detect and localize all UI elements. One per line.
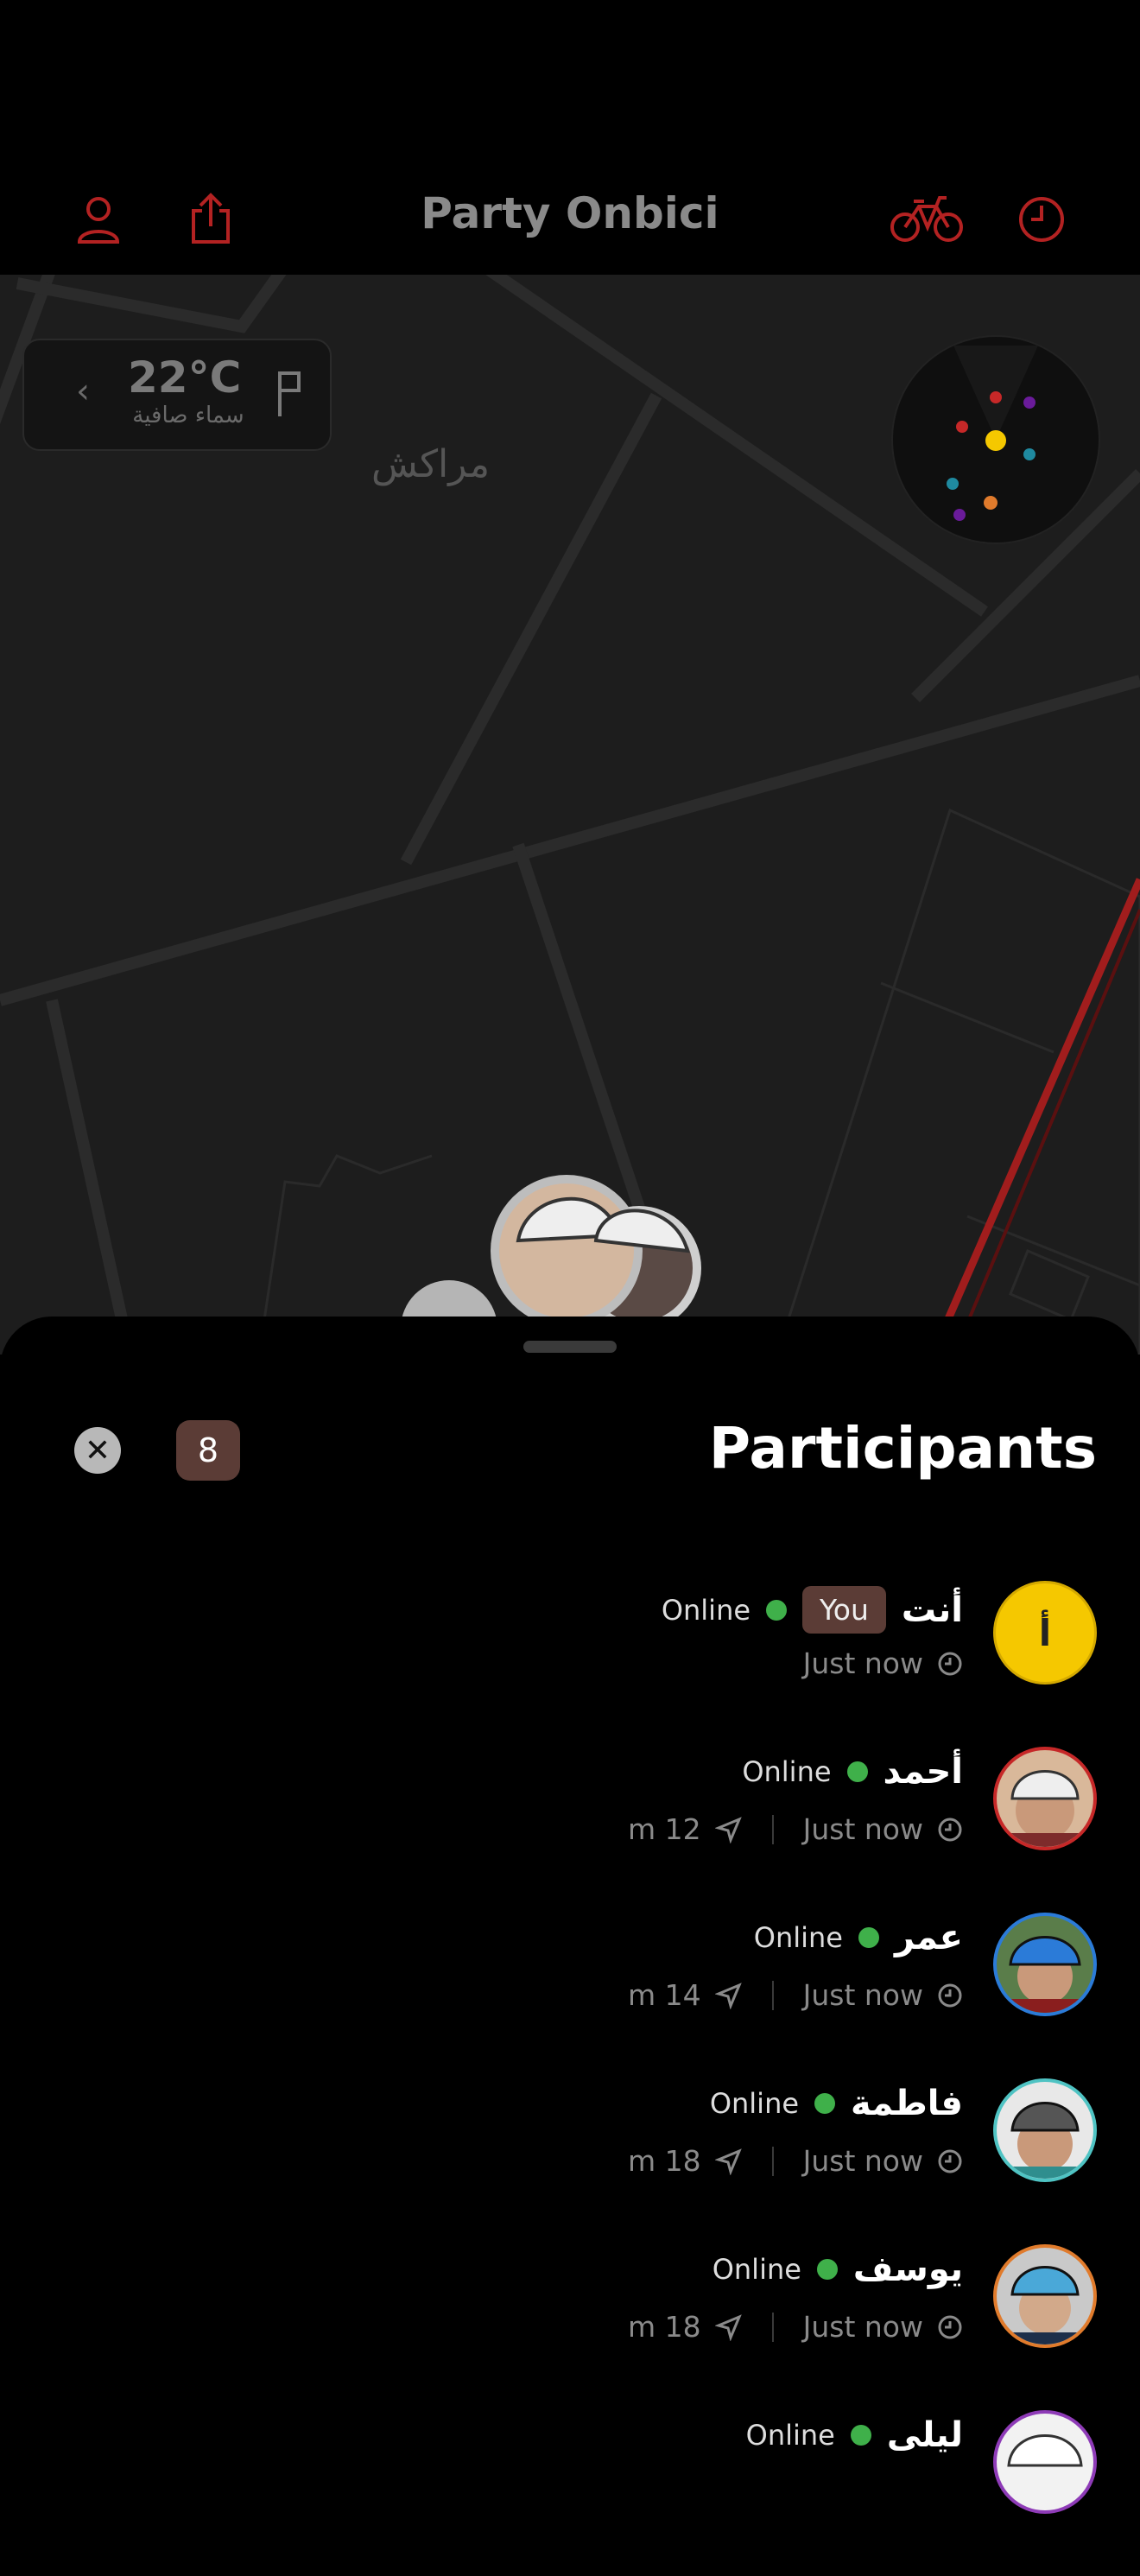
distance: m 18	[627, 2310, 701, 2344]
temperature: 22°C	[128, 352, 242, 403]
online-dot	[858, 1927, 879, 1948]
participant-name: أنت	[901, 1589, 963, 1630]
clock-icon	[938, 2149, 962, 2173]
last-seen: Just now	[802, 2144, 923, 2178]
clock-icon	[938, 1818, 962, 1841]
divider	[771, 2312, 774, 2342]
participant-name: فاطمة	[851, 2084, 963, 2123]
bike-icon	[890, 196, 963, 242]
avatar	[993, 1913, 1097, 2016]
participant-name: عمر	[894, 1918, 963, 1957]
chevron-left-icon: ‹	[76, 371, 90, 411]
participant-name: أحمد	[883, 1752, 963, 1792]
page-title: Party Onbici	[421, 188, 719, 238]
flag-icon	[278, 371, 301, 416]
group-radar[interactable]	[891, 335, 1100, 544]
radar-dots	[947, 346, 1038, 521]
you-badge: You	[802, 1586, 886, 1634]
navigation-arrow-icon	[714, 1816, 742, 1843]
last-seen: Just now	[802, 2310, 923, 2344]
avatar	[993, 2078, 1097, 2182]
participant-row[interactable]: أحمد Online Just now m 12	[0, 1747, 1140, 1913]
online-status: Online	[661, 1593, 751, 1627]
clock-icon	[938, 2315, 962, 2338]
online-dot	[816, 2259, 838, 2280]
participant-count-badge: 8	[176, 1420, 240, 1481]
close-button[interactable]: ✕	[74, 1427, 121, 1474]
close-icon: ✕	[84, 1432, 111, 1469]
online-status: Online	[745, 2419, 835, 2452]
sheet-drag-handle[interactable]	[523, 1341, 617, 1353]
distance: m 12	[627, 1812, 701, 1846]
distance: m 18	[627, 2144, 701, 2178]
participant-row[interactable]: يوسف Online Just now m 18	[0, 2244, 1140, 2410]
ride-button[interactable]	[890, 190, 964, 247]
clock-icon	[1019, 197, 1064, 242]
city-label: مراكش	[371, 442, 491, 486]
online-dot	[766, 1599, 788, 1621]
navigation-arrow-icon	[714, 2313, 742, 2341]
online-status: Online	[753, 1921, 843, 1954]
avatar	[993, 2410, 1097, 2514]
last-seen: Just now	[802, 1978, 923, 2012]
participant-row[interactable]: أ أنت You Online Just now	[0, 1581, 1140, 1747]
avatar: أ	[993, 1581, 1097, 1685]
online-dot	[814, 2093, 836, 2114]
navigation-arrow-icon	[714, 1982, 742, 2009]
weather-widget[interactable]: ‹ 22°C سماء صافية	[22, 339, 332, 451]
divider	[771, 1980, 774, 2010]
clock-icon	[938, 1983, 962, 2007]
top-bar: Party Onbici	[0, 0, 1140, 275]
online-dot	[846, 1761, 868, 1782]
online-status: Online	[742, 1755, 832, 1788]
clock-icon	[938, 1652, 962, 1675]
participant-row[interactable]: عمر Online Just now m 14	[0, 1913, 1140, 2078]
history-button[interactable]	[1014, 192, 1069, 247]
weather-description: سماء صافية	[132, 403, 244, 428]
sheet-title: Participants	[708, 1415, 1097, 1482]
online-dot	[850, 2425, 871, 2446]
participant-row[interactable]: ليلى Online	[0, 2410, 1140, 2576]
participant-row[interactable]: فاطمة Online Just now m 18	[0, 2078, 1140, 2244]
last-seen: Just now	[802, 1646, 923, 1680]
distance: m 14	[627, 1978, 701, 2012]
avatar	[993, 2244, 1097, 2348]
last-seen: Just now	[802, 1812, 923, 1846]
participant-name: يوسف	[852, 2249, 963, 2289]
divider	[771, 2146, 774, 2176]
online-status: Online	[712, 2253, 801, 2286]
divider	[771, 1814, 774, 1844]
participant-name: ليلى	[886, 2415, 963, 2455]
navigation-arrow-icon	[714, 2148, 742, 2175]
avatar	[993, 1747, 1097, 1850]
online-status: Online	[709, 2087, 800, 2120]
